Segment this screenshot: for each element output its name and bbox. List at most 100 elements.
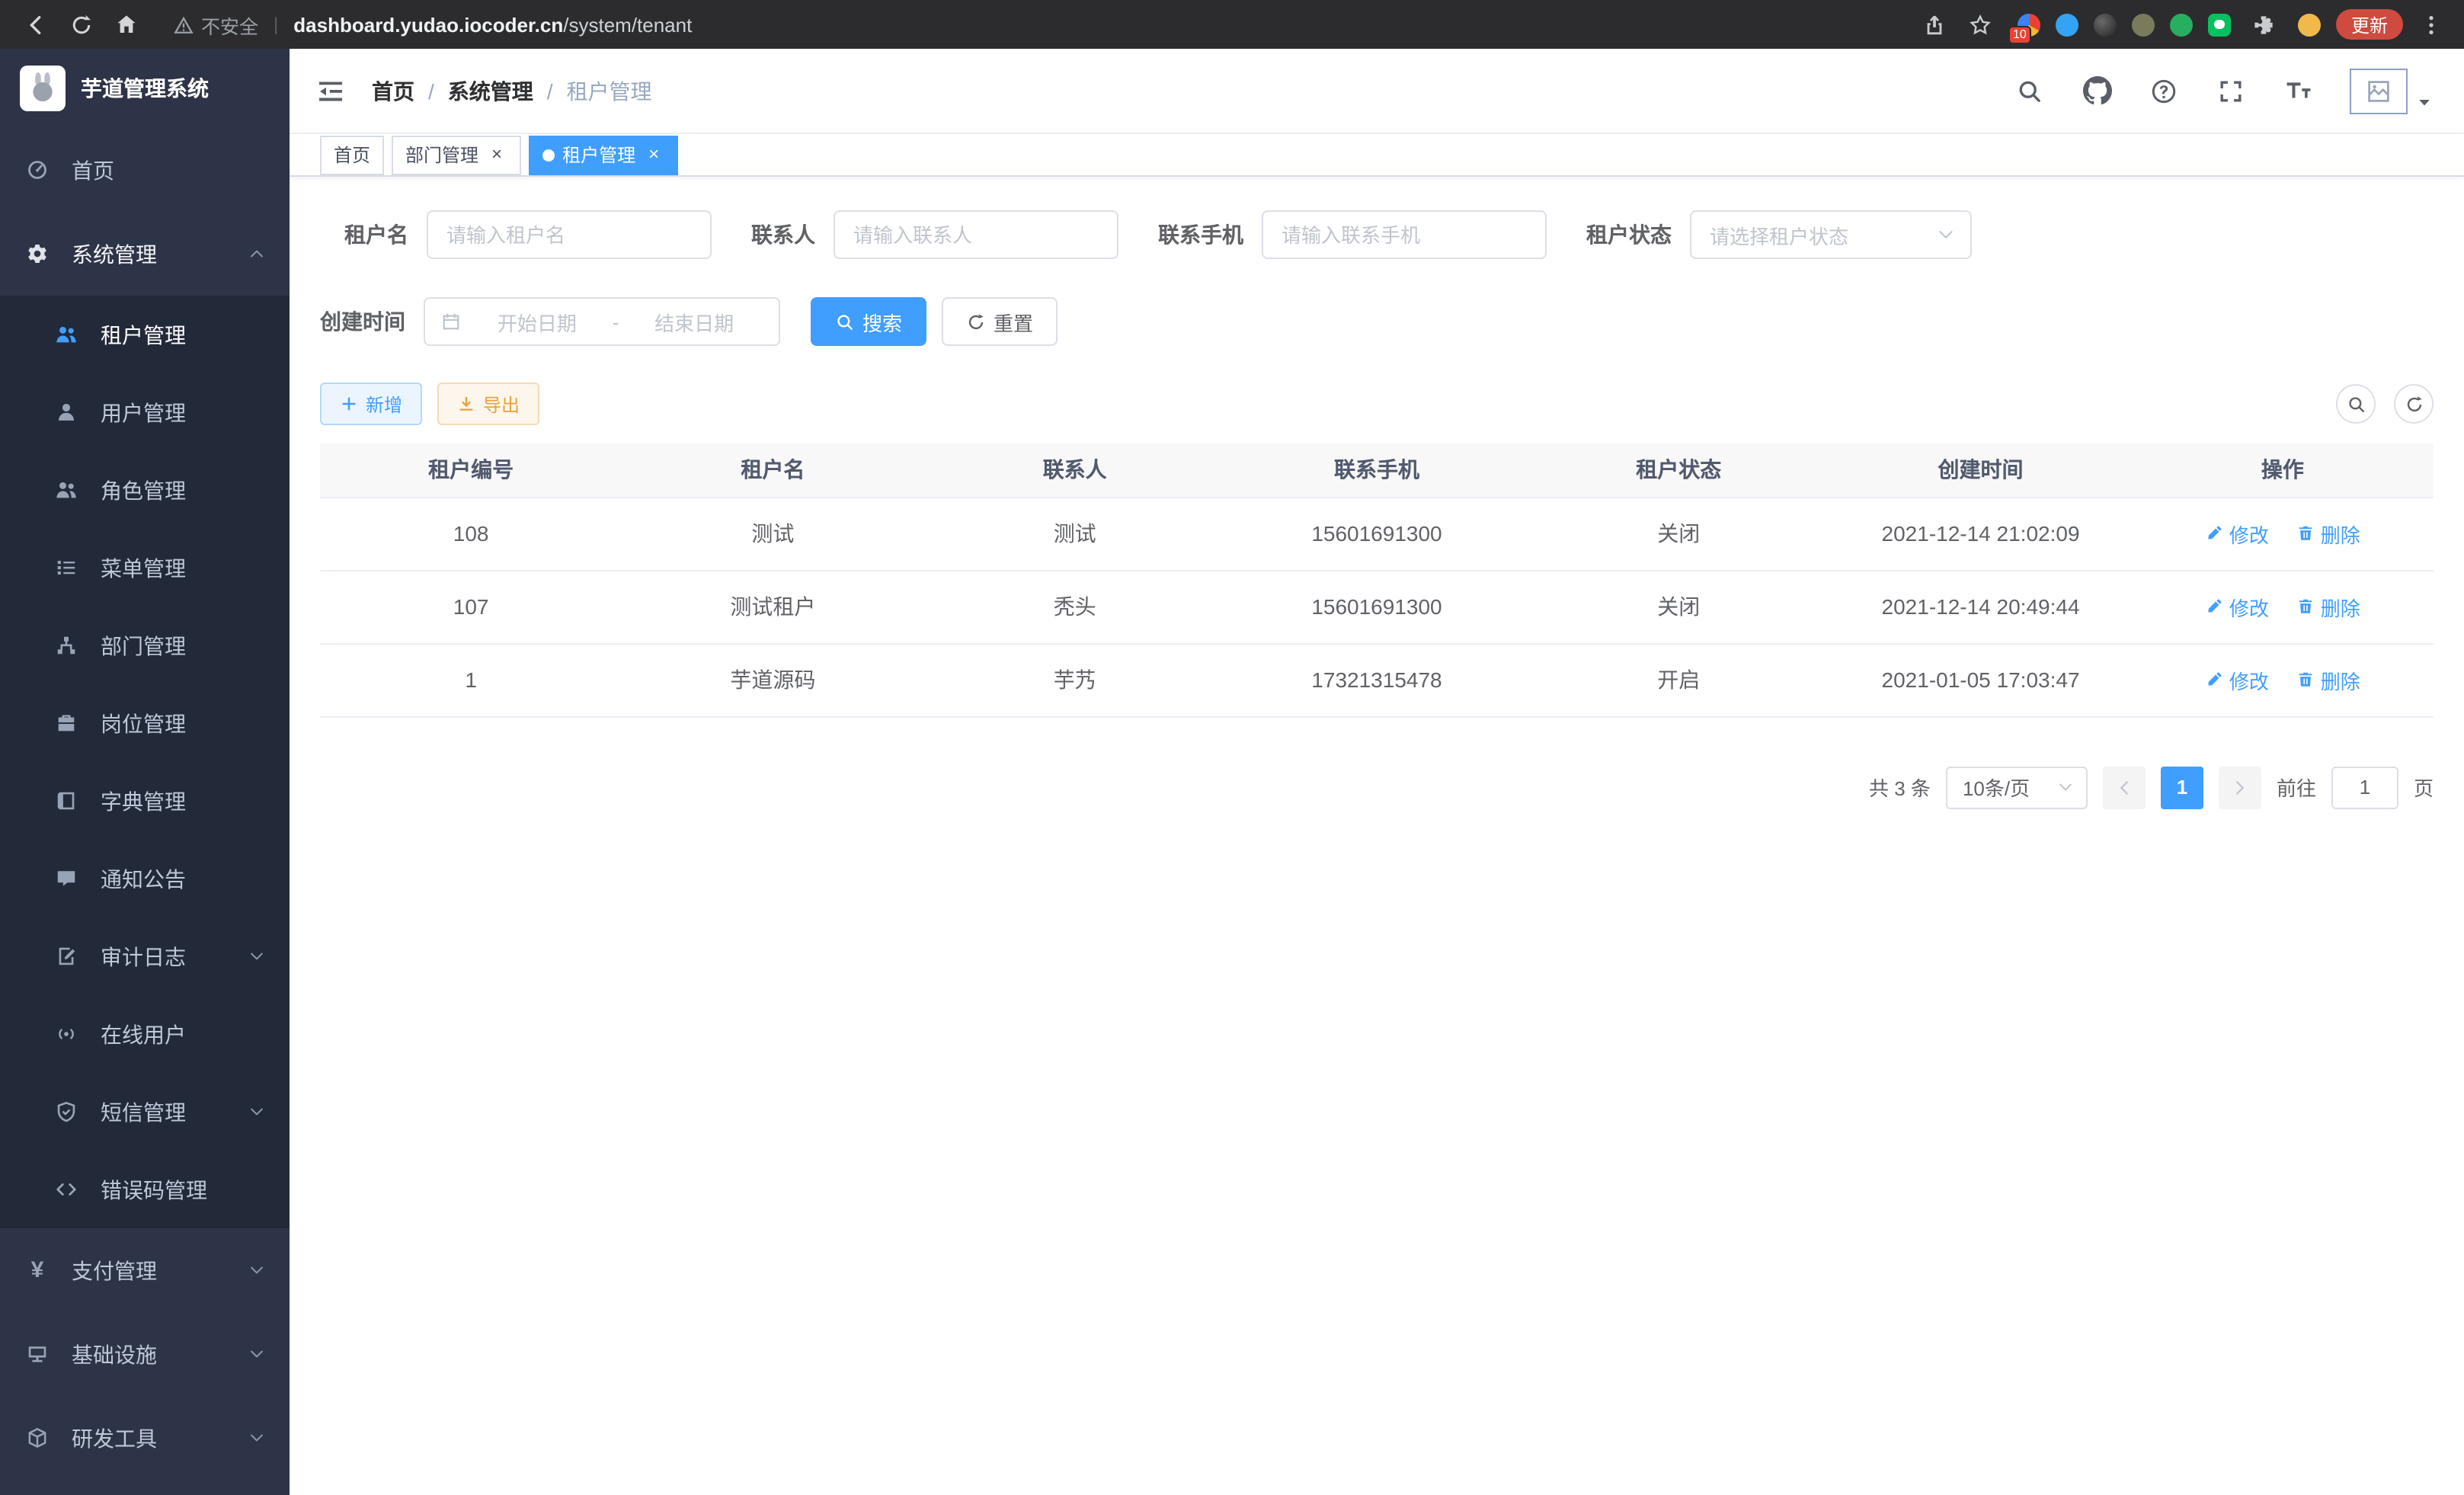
- page-size-select[interactable]: 10条/页: [1946, 766, 2088, 808]
- search-button[interactable]: 搜索: [811, 297, 926, 346]
- font-size-button[interactable]: [2283, 75, 2313, 106]
- user-menu[interactable]: [2350, 68, 2434, 114]
- phone-input[interactable]: [1262, 210, 1547, 259]
- extension-icon-6[interactable]: [2208, 13, 2231, 36]
- app-logo[interactable]: 芋道管理系统: [0, 49, 290, 128]
- tab-home[interactable]: 首页: [320, 135, 384, 174]
- export-button[interactable]: 导出: [437, 383, 539, 425]
- sidebar-item-audit-log[interactable]: 审计日志: [0, 917, 290, 995]
- home-button[interactable]: [107, 5, 146, 44]
- warning-icon: [174, 14, 194, 34]
- sidebar-item-payment[interactable]: ¥ 支付管理: [0, 1228, 290, 1312]
- extension-icon-2[interactable]: [2056, 13, 2078, 36]
- status-select-placeholder: 请选择租户状态: [1710, 220, 1848, 249]
- show-search-button[interactable]: [2336, 384, 2376, 424]
- puzzle-icon: [2253, 13, 2276, 36]
- contact-label: 联系人: [751, 219, 834, 250]
- tab-close-icon[interactable]: ×: [643, 144, 664, 165]
- reload-button[interactable]: [61, 5, 101, 44]
- next-page-button[interactable]: [2219, 766, 2261, 808]
- sidebar-item-menu[interactable]: 菜单管理: [0, 529, 290, 607]
- collapse-sidebar-button[interactable]: [314, 74, 347, 107]
- url-path: /system/tenant: [563, 13, 692, 36]
- main-area: 首页 / 系统管理 / 租户管理 首页: [290, 49, 2464, 1495]
- chrome-update-button[interactable]: 更新: [2336, 9, 2403, 40]
- sidebar-item-role[interactable]: 角色管理: [0, 451, 290, 529]
- edit-button[interactable]: 修改: [2205, 665, 2269, 694]
- sidebar-item-home[interactable]: 首页: [0, 128, 290, 212]
- menu-list-icon: [55, 556, 78, 579]
- table-header-row: 租户编号 租户名 联系人 联系手机 租户状态 创建时间 操作: [320, 443, 2434, 497]
- sidebar-item-sms[interactable]: 短信管理: [0, 1073, 290, 1151]
- extensions-bar: 10: [2018, 6, 2321, 43]
- sidebar-item-infra[interactable]: 基础设施: [0, 1312, 290, 1396]
- tenant-name-input[interactable]: [427, 210, 712, 259]
- sidebar-item-online-user[interactable]: 在线用户: [0, 995, 290, 1073]
- contact-input[interactable]: [834, 210, 1118, 259]
- header-search-button[interactable]: [2014, 75, 2045, 106]
- sidebar-item-tenant[interactable]: 租户管理: [0, 296, 290, 373]
- back-button[interactable]: [15, 5, 55, 44]
- extension-icon-1[interactable]: 10: [2018, 13, 2040, 36]
- extensions-menu-button[interactable]: [2246, 6, 2283, 43]
- sidebar-item-error-code[interactable]: 错误码管理: [0, 1151, 290, 1228]
- github-button[interactable]: [2082, 75, 2112, 106]
- edit-button[interactable]: 修改: [2205, 519, 2269, 548]
- address-bar[interactable]: dashboard.yudao.iocoder.cn/system/tenant: [293, 13, 692, 36]
- cell-contact: 芋艿: [924, 643, 1226, 716]
- status-select[interactable]: 请选择租户状态: [1690, 210, 1972, 259]
- prev-page-button[interactable]: [2103, 766, 2146, 808]
- bookmark-star-icon: [1970, 13, 1992, 36]
- tab-close-icon[interactable]: ×: [486, 144, 507, 165]
- chevron-down-icon: [248, 948, 265, 965]
- chevron-down-icon: [248, 1429, 265, 1446]
- sidebar-item-label: 菜单管理: [101, 552, 186, 583]
- sidebar-item-dept[interactable]: 部门管理: [0, 607, 290, 684]
- extension-icon-3[interactable]: [2094, 13, 2117, 36]
- cell-phone: 17321315478: [1226, 643, 1528, 716]
- delete-button[interactable]: 删除: [2296, 592, 2360, 621]
- sidebar-item-dict[interactable]: 字典管理: [0, 762, 290, 840]
- tab-label: 部门管理: [405, 142, 478, 168]
- chat-bubble-icon: [2214, 20, 2225, 29]
- extension-icon-4[interactable]: [2132, 13, 2155, 36]
- profile-avatar[interactable]: [2298, 13, 2321, 36]
- sidebar-item-system[interactable]: 系统管理: [0, 212, 290, 296]
- cell-tenant-name: 测试: [622, 497, 923, 570]
- fullscreen-button[interactable]: [2216, 75, 2246, 106]
- chrome-menu-button[interactable]: [2412, 6, 2449, 43]
- chevron-right-icon: [2231, 778, 2249, 796]
- date-range-picker[interactable]: 开始日期 - 结束日期: [424, 297, 780, 346]
- help-button[interactable]: [2149, 75, 2179, 106]
- breadcrumb-home[interactable]: 首页: [372, 75, 414, 106]
- font-size-icon: [2283, 76, 2312, 105]
- table-toolbar: 新增 导出: [320, 383, 2434, 425]
- cell-created: 2021-12-14 20:49:44: [1829, 570, 2131, 643]
- page-number-button[interactable]: 1: [2161, 766, 2203, 808]
- sidebar-item-devtools[interactable]: 研发工具: [0, 1396, 290, 1480]
- delete-button[interactable]: 删除: [2296, 665, 2360, 694]
- extension-badge: 10: [2008, 25, 2031, 43]
- sidebar-item-notice[interactable]: 通知公告: [0, 840, 290, 917]
- bookmark-button[interactable]: [1963, 6, 1999, 43]
- sidebar-submenu-system: 租户管理 用户管理 角色管理 菜单管理 部门管理 岗位管理: [0, 296, 290, 1228]
- sidebar-item-user[interactable]: 用户管理: [0, 373, 290, 451]
- sidebar-item-label: 岗位管理: [101, 708, 186, 738]
- edit-button[interactable]: 修改: [2205, 592, 2269, 621]
- site-security[interactable]: 不安全: [174, 10, 258, 39]
- add-button[interactable]: 新增: [320, 383, 422, 425]
- search-icon: [835, 312, 855, 331]
- delete-button[interactable]: 删除: [2296, 519, 2360, 548]
- refresh-table-button[interactable]: [2394, 384, 2434, 424]
- sidebar-item-post[interactable]: 岗位管理: [0, 684, 290, 762]
- chevron-down-icon: [2057, 779, 2074, 796]
- extension-icon-5[interactable]: [2170, 13, 2193, 36]
- table-row: 1 芋道源码 芋艿 17321315478 开启 2021-01-05 17:0…: [320, 643, 2434, 716]
- goto-page-input[interactable]: [2331, 766, 2398, 808]
- column-header: 联系手机: [1226, 443, 1528, 497]
- share-button[interactable]: [1917, 6, 1954, 43]
- tab-tenant[interactable]: 租户管理 ×: [529, 135, 678, 174]
- breadcrumb-system[interactable]: 系统管理: [448, 75, 533, 106]
- tab-dept[interactable]: 部门管理 ×: [392, 135, 521, 174]
- reset-button[interactable]: 重置: [942, 297, 1058, 346]
